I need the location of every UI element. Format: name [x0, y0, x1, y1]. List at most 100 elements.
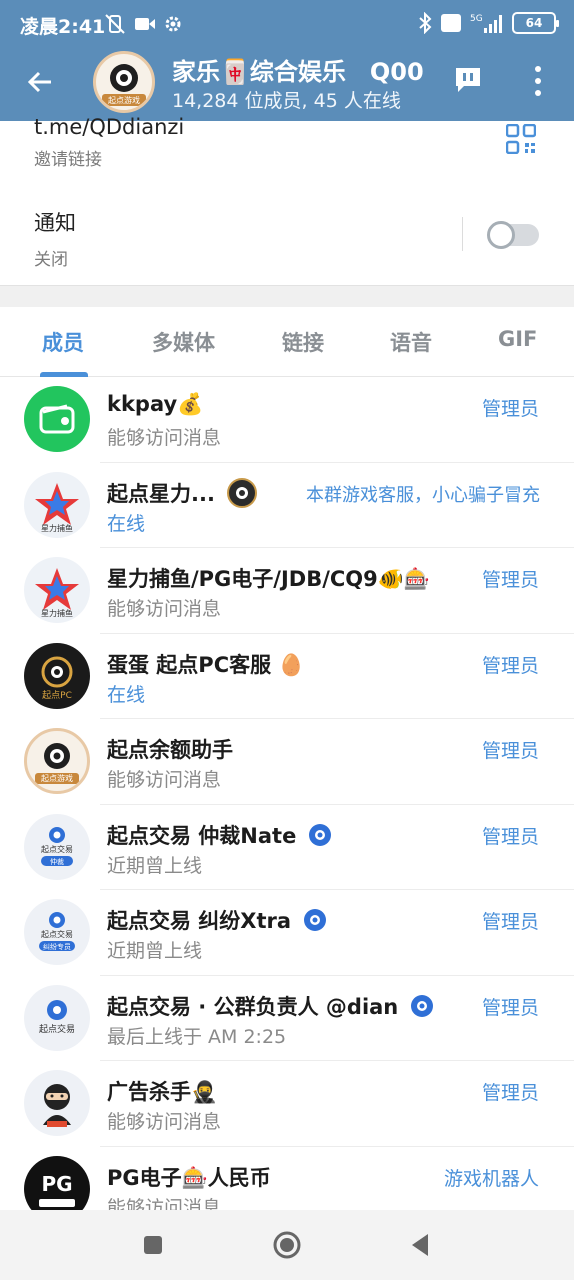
qr-code-icon[interactable]	[506, 124, 536, 154]
battery-indicator: 64	[512, 12, 559, 34]
member-name: 起点交易 · 公群负责人 @dian	[107, 991, 434, 1021]
member-name-text: 起点交易 纠纷Xtra	[107, 909, 292, 933]
back-nav-icon[interactable]	[406, 1230, 436, 1260]
qidian-trade-logo-icon: 起点交易纠纷专员	[39, 912, 75, 951]
member-name: kkpay💰	[107, 392, 204, 416]
app-screen: 凌晨2:41 5G 64 起点游戏 家乐🀄综合娱乐 Q00 14,284 位成员…	[0, 0, 574, 1280]
avatar: PG	[24, 1155, 90, 1210]
member-name-text: 起点星力...	[107, 481, 215, 506]
member-name: 星力捕鱼/PG电子/JDB/CQ9🐠🎰	[107, 567, 431, 591]
member-status: 最后上线于 AM 2:25	[107, 1025, 287, 1048]
network-type-label: 5G	[470, 14, 483, 24]
member-row[interactable]: 星力捕鱼 起点星力... 在线 本群游戏客服，小心骗子冒充	[0, 463, 574, 548]
member-role: 管理员	[481, 740, 539, 762]
member-status: 能够访问消息	[107, 598, 222, 620]
avatar: 星力捕鱼	[24, 557, 90, 623]
avatar-label: 起点PC	[42, 690, 72, 701]
member-row[interactable]: PG PG电子🎰人民币 能够访问消息 游戏机器人	[0, 1147, 574, 1211]
member-name-text: 起点交易 · 公群负责人 @dian	[107, 994, 399, 1019]
tab-voice[interactable]: 语音	[390, 327, 432, 357]
qidian-logo-icon: 起点游戏	[35, 743, 79, 784]
group-avatar[interactable]: 起点游戏	[93, 51, 155, 113]
avatar-label: 仲裁	[50, 857, 64, 866]
avatar-label: 起点交易	[41, 929, 73, 939]
qidian-trade-logo-icon: 起点交易仲裁	[41, 826, 73, 866]
member-row[interactable]: 星力捕鱼 星力捕鱼/PG电子/JDB/CQ9🐠🎰 能够访问消息 管理员	[0, 548, 574, 634]
ninja-icon	[43, 1084, 71, 1127]
section-gap	[0, 285, 574, 307]
member-name: 起点星力...	[107, 477, 257, 508]
signal-icon: 5G	[470, 14, 502, 33]
chat-toolbar: 起点游戏 家乐🀄综合娱乐 Q00 14,284 位成员, 45 人在线	[0, 50, 574, 121]
member-row[interactable]: 起点PC 蛋蛋 起点PC客服 🥚 在线 管理员	[0, 634, 574, 719]
pg-soft-logo-icon: PG	[39, 1172, 75, 1207]
avatar-label: 星力捕鱼	[41, 523, 73, 533]
group-avatar-label: 起点游戏	[108, 95, 140, 105]
tab-media[interactable]: 多媒体	[152, 327, 215, 357]
member-role: 本群游戏客服，小心骗子冒充	[306, 484, 540, 506]
member-row[interactable]: 起点交易 起点交易 · 公群负责人 @dian 最后上线于 AM 2:25 管理…	[0, 976, 574, 1061]
home-button-icon[interactable]	[272, 1230, 302, 1260]
avatar: 起点交易	[24, 984, 90, 1051]
qidian-blue-badge-icon	[304, 909, 327, 931]
member-status: 在线	[107, 512, 146, 535]
notifications-title[interactable]: 通知	[34, 207, 76, 237]
status-icons-left	[104, 13, 182, 35]
volte-icon	[441, 14, 461, 32]
status-time: 凌晨2:41	[20, 16, 106, 38]
avatar	[24, 386, 90, 452]
member-row[interactable]: 起点游戏 起点余额助手 能够访问消息 管理员	[0, 719, 574, 805]
qidian-blue-badge-icon	[309, 823, 332, 846]
arrow-left-icon	[27, 71, 51, 93]
more-menu-button[interactable]	[528, 66, 548, 96]
invite-link[interactable]: t.me/QDdianzi	[34, 115, 184, 139]
avatar-label: 起点游戏	[41, 773, 73, 783]
vibrate-off-icon	[105, 14, 125, 34]
member-status: 能够访问消息	[107, 769, 222, 791]
tab-links[interactable]: 链接	[282, 327, 324, 357]
back-button[interactable]	[22, 64, 58, 100]
bluetooth-icon	[419, 12, 432, 34]
notifications-toggle[interactable]	[487, 221, 539, 249]
avatar-label: 星力捕鱼	[41, 608, 73, 618]
member-name: 广告杀手🥷	[107, 1080, 218, 1104]
avatar	[24, 1070, 90, 1136]
member-row[interactable]: kkpay💰 能够访问消息 管理员	[0, 377, 574, 463]
member-status: 近期曾上线	[107, 854, 203, 877]
tab-gif[interactable]: GIF	[498, 327, 537, 351]
xingli-logo-icon: 星力捕鱼	[35, 568, 79, 618]
xingli-logo-icon: 星力捕鱼	[35, 482, 79, 533]
member-role: 管理员	[481, 911, 539, 933]
member-role: 管理员	[481, 654, 539, 677]
group-member-count: 14,284 位成员, 45 人在线	[172, 90, 401, 112]
notifications-status: 关闭	[34, 250, 68, 270]
member-name: 起点交易 仲裁Nate	[107, 820, 332, 850]
member-name: 蛋蛋 起点PC客服 🥚	[107, 652, 305, 677]
member-row[interactable]: 起点交易 仲裁 起点交易 仲裁Nate 近期曾上线 管理员	[0, 805, 574, 890]
member-list: kkpay💰 能够访问消息 管理员 星力捕鱼 起点星力... 在线 本群游戏客服…	[0, 377, 574, 1210]
qidian-blue-badge-icon	[411, 994, 434, 1017]
voice-chat-icon[interactable]	[452, 64, 484, 96]
qidian-badge-icon	[226, 477, 257, 508]
settings-gear-icon	[165, 16, 181, 32]
member-role: 管理员	[481, 1082, 539, 1104]
avatar: 起点游戏	[24, 728, 90, 794]
member-status: 能够访问消息	[107, 427, 222, 449]
qidian-trade-logo-icon: 起点交易	[39, 999, 75, 1035]
member-status: 近期曾上线	[107, 940, 203, 962]
qidian-pc-logo-icon: 起点PC	[41, 656, 73, 701]
media-tabs: 成员 多媒体 链接 语音 GIF	[0, 307, 574, 377]
wallet-icon	[39, 404, 75, 434]
member-status: 能够访问消息	[107, 1111, 222, 1133]
member-status: 能够访问消息	[107, 1196, 222, 1211]
member-row[interactable]: 广告杀手🥷 能够访问消息 管理员	[0, 1061, 574, 1147]
recents-button-icon[interactable]	[138, 1230, 168, 1260]
member-status: 在线	[107, 683, 146, 706]
member-row[interactable]: 起点交易 纠纷专员 起点交易 纠纷Xtra 近期曾上线 管理员	[0, 890, 574, 976]
tab-members[interactable]: 成员	[42, 327, 84, 357]
status-bar: 凌晨2:41 5G 64	[0, 0, 574, 50]
app-header: 凌晨2:41 5G 64 起点游戏 家乐🀄综合娱乐 Q00 14,284 位成员…	[0, 0, 574, 121]
qidian-logo-icon: 起点游戏	[102, 64, 146, 106]
group-title[interactable]: 家乐🀄综合娱乐 Q00	[172, 52, 434, 87]
avatar: 起点交易 仲裁	[24, 813, 90, 880]
